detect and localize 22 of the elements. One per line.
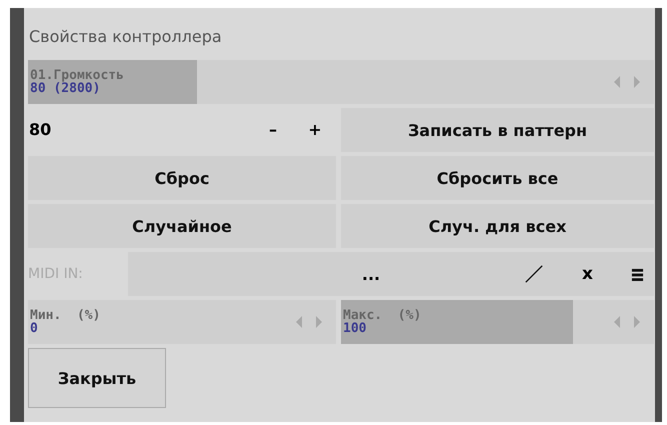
action-button[interactable]: Случайное bbox=[28, 204, 336, 248]
left-arrow-icon[interactable] bbox=[614, 76, 620, 88]
action-button[interactable]: Сбросить все bbox=[341, 156, 654, 200]
parameter-slider[interactable]: 01.Громкость 80 (2800) bbox=[28, 60, 654, 104]
right-arrow-icon[interactable] bbox=[634, 76, 640, 88]
close-button[interactable]: Закрыть bbox=[28, 348, 166, 408]
slider-label: Макс. (%) bbox=[343, 309, 422, 322]
action-button[interactable]: Сброс bbox=[28, 156, 336, 200]
decrement-button[interactable]: – bbox=[252, 120, 294, 139]
parameter-value: 80 (2800) bbox=[30, 82, 100, 95]
window-title: Свойства контроллера bbox=[28, 26, 223, 48]
slider-value: 100 bbox=[343, 322, 368, 335]
action-button[interactable]: Случ. для всех bbox=[341, 204, 654, 248]
range-slider[interactable]: Макс. (%) 100 bbox=[341, 300, 654, 344]
parameter-name: 01.Громкость bbox=[30, 69, 125, 82]
increment-button[interactable]: + bbox=[294, 120, 336, 139]
right-arrow-icon[interactable] bbox=[634, 316, 640, 328]
action-button[interactable]: Записать в паттерн bbox=[341, 108, 654, 152]
left-arrow-icon[interactable] bbox=[614, 316, 620, 328]
menu-icon[interactable] bbox=[631, 268, 644, 280]
value-field[interactable]: 80 bbox=[28, 120, 252, 139]
slash-icon[interactable] bbox=[524, 264, 544, 284]
